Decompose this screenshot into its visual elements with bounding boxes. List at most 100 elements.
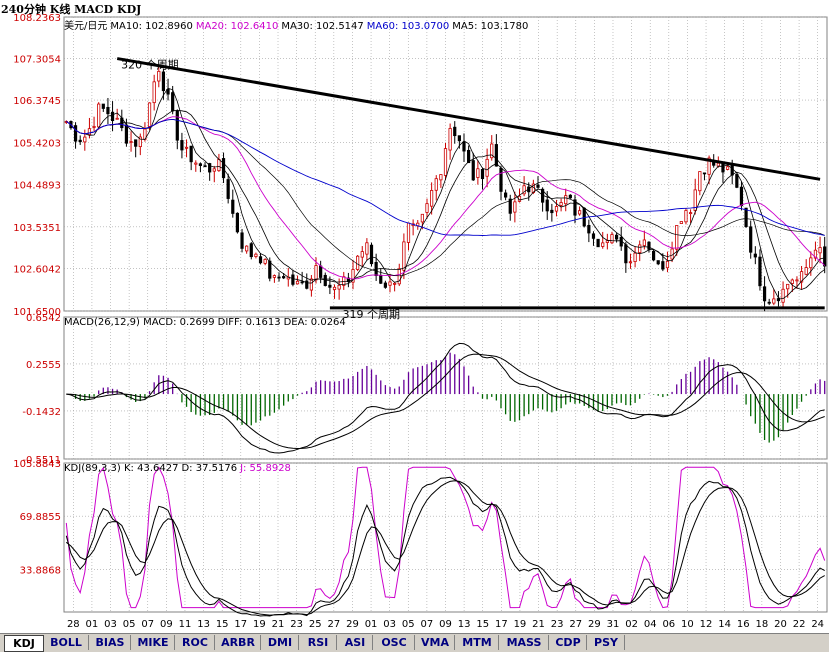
x-tick-label: 17 <box>495 619 508 630</box>
x-tick-label: 28 <box>67 619 80 630</box>
y-tick-label: 0.2555 <box>26 360 61 371</box>
candle-body <box>494 144 498 167</box>
y-tick-label: 102.6042 <box>13 264 61 275</box>
x-tick-label: 15 <box>216 619 229 630</box>
tab-osc[interactable]: OSC <box>374 635 415 650</box>
candle-body <box>453 126 457 137</box>
macd-header-item: DIFF: 0.1613 <box>217 317 281 328</box>
candle-body <box>194 162 198 165</box>
candle-body <box>249 243 253 258</box>
candle-body <box>254 253 258 257</box>
x-tick-label: 01 <box>365 619 378 630</box>
candle-body <box>356 255 360 270</box>
candle-body <box>268 260 272 279</box>
x-tick-label: 11 <box>179 619 192 630</box>
y-tick-label: 105.8843 <box>13 459 61 470</box>
candle-body <box>656 260 660 265</box>
candle-body <box>809 257 813 269</box>
candle-body <box>628 261 633 264</box>
x-tick-label: 10 <box>681 619 694 630</box>
candle-body <box>749 226 753 253</box>
tab-boll[interactable]: BOLL <box>44 635 89 650</box>
x-tick-label: 04 <box>644 619 657 630</box>
tab-roc[interactable]: ROC <box>176 635 215 650</box>
tab-mike[interactable]: MIKE <box>132 635 175 650</box>
candle-body <box>688 212 693 215</box>
candle-body <box>97 103 101 128</box>
candle-body <box>83 136 87 143</box>
candle-body <box>471 160 475 181</box>
tab-bias[interactable]: BIAS <box>90 635 131 650</box>
candle-body <box>134 139 138 147</box>
candle-body <box>624 244 628 264</box>
tab-mass[interactable]: MASS <box>500 635 549 650</box>
candle-body <box>245 245 249 252</box>
macd-panel-header: MACD(26,12,9) MACD: 0.2699 DIFF: 0.1613 DE… <box>64 317 349 328</box>
tab-rsi[interactable]: RSI <box>300 635 337 650</box>
candle-body <box>379 275 383 284</box>
candle-body <box>226 179 230 199</box>
candle-body <box>124 124 129 144</box>
price-header-item: 美元/日元 <box>64 21 108 32</box>
candle-body <box>665 260 670 269</box>
y-tick-label: 33.8868 <box>20 565 61 576</box>
candle-body <box>568 194 572 199</box>
y-tick-label: 106.3745 <box>13 96 61 107</box>
candle-body <box>651 250 656 261</box>
candle-body <box>642 239 646 246</box>
y-tick-label: 105.4203 <box>13 139 61 150</box>
x-tick-label: 19 <box>253 619 266 630</box>
period-annotation: 319 个周期 <box>343 308 401 321</box>
candle-body <box>670 248 674 260</box>
y-tick-label: 104.4893 <box>13 180 61 191</box>
price-header-item: MA30: 102.5147 <box>281 21 364 32</box>
tab-vma[interactable]: VMA <box>416 635 455 650</box>
candle-body <box>605 240 609 243</box>
macd-header-item: MACD(26,12,9) MACD: 0.2699 <box>64 317 215 328</box>
x-tick-label: 15 <box>476 619 489 630</box>
candle-body <box>772 298 776 304</box>
tab-mtm[interactable]: MTM <box>456 635 499 650</box>
x-tick-label: 05 <box>123 619 136 630</box>
x-tick-label: 23 <box>290 619 303 630</box>
candle-body <box>171 92 175 112</box>
tab-kdj[interactable]: KDJ <box>4 635 44 652</box>
candle-body <box>550 209 554 214</box>
candle-body <box>184 146 189 149</box>
x-tick-label: 13 <box>197 619 210 630</box>
candle-body <box>332 286 337 290</box>
x-tick-label: 17 <box>234 619 247 630</box>
candle-body <box>758 256 762 287</box>
tab-dmi[interactable]: DMI <box>262 635 299 650</box>
candle-body <box>776 298 781 302</box>
tab-psy[interactable]: PSY <box>588 635 625 650</box>
candle-body <box>513 201 517 213</box>
candle-body <box>716 162 720 167</box>
candle-body <box>730 164 734 176</box>
candle-body <box>698 171 702 192</box>
candle-body <box>781 288 785 303</box>
candle-body <box>545 199 549 212</box>
x-tick-label: 27 <box>327 619 340 630</box>
candle-body <box>786 283 790 290</box>
candle-body <box>92 126 96 128</box>
candle-body <box>198 163 203 166</box>
candle-body <box>457 135 461 142</box>
candle-body <box>439 174 443 181</box>
x-tick-label: 29 <box>346 619 359 630</box>
candle-body <box>559 202 563 206</box>
tab-asi[interactable]: ASI <box>338 635 373 650</box>
candle-body <box>476 168 480 178</box>
candle-body <box>115 117 119 120</box>
candle-body <box>263 259 267 264</box>
candle-body <box>189 145 193 163</box>
candle-body <box>87 128 92 135</box>
x-tick-label: 14 <box>718 619 731 630</box>
tab-arbr[interactable]: ARBR <box>216 635 261 650</box>
x-tick-label: 06 <box>662 619 675 630</box>
candle-body <box>661 261 665 270</box>
x-tick-label: 13 <box>458 619 471 630</box>
x-tick-label: 02 <box>625 619 638 630</box>
tab-cdp[interactable]: CDP <box>550 635 587 650</box>
candle-body <box>106 106 110 115</box>
